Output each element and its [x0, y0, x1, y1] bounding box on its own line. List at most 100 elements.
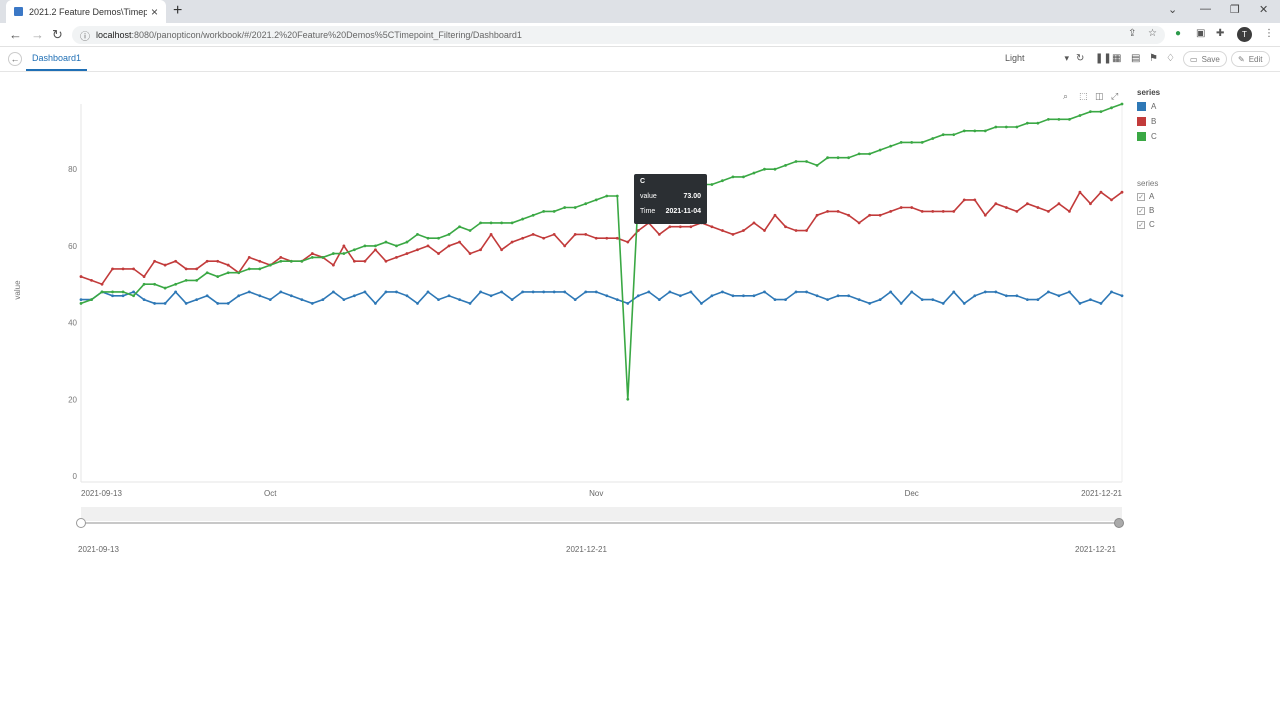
data-point-a: [847, 294, 851, 298]
data-point-b: [384, 259, 388, 263]
restore-icon[interactable]: ❐: [1230, 3, 1240, 16]
tab-search-chevron-icon[interactable]: ⌄: [1168, 3, 1177, 16]
data-point-a: [374, 302, 377, 305]
data-point-b: [247, 256, 251, 259]
tab-dashboard1[interactable]: Dashboard1: [26, 47, 88, 71]
url-field[interactable]: ⓘ localhost:8080/panopticon/workbook/#/2…: [72, 26, 1165, 44]
browser-tab[interactable]: 2021.2 Feature Demos\Timepoin ×: [6, 0, 166, 23]
extension-evernote-icon[interactable]: ●: [1175, 28, 1181, 39]
refresh-icon[interactable]: ↻: [1076, 53, 1084, 64]
data-point-c: [1120, 102, 1124, 106]
data-point-c: [1015, 125, 1019, 129]
data-point-b: [395, 256, 398, 259]
data-point-a: [794, 290, 798, 294]
data-point-c: [500, 221, 504, 225]
save-button[interactable]: ▭ Save: [1183, 51, 1227, 67]
filter-item-c[interactable]: ✓ C: [1137, 220, 1155, 229]
filter-item-a[interactable]: ✓ A: [1137, 192, 1154, 201]
tooltip-time-label: Time: [640, 208, 656, 215]
data-point-c: [279, 259, 283, 263]
data-point-c: [300, 259, 304, 263]
browser-menu-icon[interactable]: ⋮: [1264, 28, 1274, 39]
data-point-a: [889, 290, 893, 294]
site-info-icon[interactable]: ⓘ: [80, 28, 90, 43]
data-point-b: [973, 198, 977, 202]
extension-icon[interactable]: ▣: [1196, 28, 1205, 39]
data-point-c: [153, 282, 157, 286]
app-back-icon[interactable]: ←: [8, 52, 22, 66]
bell-icon[interactable]: ♢: [1166, 53, 1175, 64]
filter-title: series: [1137, 179, 1159, 188]
legend-swatch: [1137, 132, 1146, 141]
data-point-b: [521, 236, 525, 240]
theme-select[interactable]: Light ▾: [1005, 53, 1069, 64]
data-point-c: [237, 271, 241, 275]
pause-icon[interactable]: ❚❚: [1095, 53, 1112, 64]
data-point-c: [458, 225, 461, 229]
data-point-c: [542, 209, 546, 213]
data-point-b: [847, 213, 851, 217]
tab-close-icon[interactable]: ×: [151, 5, 158, 19]
filter-label: A: [1149, 192, 1155, 201]
data-point-c: [899, 140, 903, 144]
forward-icon[interactable]: →: [31, 27, 44, 42]
range-handle-end[interactable]: [1114, 518, 1124, 528]
data-point-c: [437, 236, 440, 240]
data-point-a: [1089, 298, 1092, 301]
compare-icon[interactable]: ◫: [1095, 91, 1104, 102]
data-point-c: [815, 163, 819, 167]
calendar-icon[interactable]: ▦: [1112, 53, 1121, 64]
data-point-c: [889, 144, 893, 148]
legend-item-b[interactable]: B: [1137, 117, 1156, 126]
reload-icon[interactable]: ↻: [52, 27, 63, 43]
line-chart[interactable]: 0 20 40 60 80 value 2021-09-13 Oct Nov Dec 2021-12…: [0, 72, 1280, 572]
data-point-c: [752, 171, 756, 175]
data-point-b: [416, 248, 419, 252]
data-point-a: [195, 298, 199, 301]
data-point-b: [868, 213, 872, 217]
data-point-b: [657, 232, 661, 236]
legend-item-a[interactable]: A: [1137, 102, 1156, 111]
data-point-b: [500, 248, 504, 252]
autoscale-icon[interactable]: ⤢: [1111, 91, 1118, 102]
data-point-a: [184, 302, 188, 305]
checkbox-checked-icon[interactable]: ✓: [1137, 206, 1145, 215]
new-tab-icon[interactable]: +: [173, 2, 182, 20]
data-point-c: [384, 240, 388, 244]
data-point-c: [952, 133, 956, 137]
checkbox-checked-icon[interactable]: ✓: [1137, 192, 1145, 201]
edit-button[interactable]: ✎ Edit: [1231, 51, 1270, 67]
legend-title: series: [1137, 88, 1161, 97]
legend-item-c[interactable]: C: [1137, 132, 1157, 141]
share-icon[interactable]: ⇪: [1128, 28, 1136, 39]
filter-item-b[interactable]: ✓ B: [1137, 206, 1154, 215]
data-point-b: [310, 252, 314, 255]
data-point-b: [899, 206, 903, 209]
extensions-puzzle-icon[interactable]: ✚: [1216, 28, 1224, 39]
data-point-c: [805, 160, 808, 163]
bookmark-icon[interactable]: ⚑: [1149, 53, 1158, 64]
checkbox-checked-icon[interactable]: ✓: [1137, 220, 1145, 229]
browser-address-bar: ← → ↻ ⓘ localhost:8080/panopticon/workbo…: [0, 23, 1280, 47]
range-handle-start[interactable]: [76, 518, 86, 528]
data-point-a: [489, 294, 493, 298]
data-point-a: [983, 290, 987, 294]
data-point-c: [868, 152, 872, 156]
zoom-icon[interactable]: ⌕: [1063, 91, 1068, 102]
document-icon[interactable]: ▤: [1131, 53, 1140, 64]
back-icon[interactable]: ←: [9, 27, 22, 42]
box-select-icon[interactable]: ⬚: [1079, 91, 1088, 102]
data-point-a: [426, 290, 430, 294]
data-point-a: [721, 290, 724, 294]
window-close-icon[interactable]: ✕: [1259, 3, 1268, 16]
y-tick-label: 80: [68, 165, 77, 174]
bookmark-star-icon[interactable]: ☆: [1148, 28, 1157, 39]
profile-avatar[interactable]: T: [1237, 27, 1252, 42]
data-point-c: [90, 298, 93, 301]
y-tick-label: 0: [73, 472, 78, 481]
data-point-b: [489, 232, 493, 236]
data-point-b: [90, 279, 93, 282]
data-point-c: [721, 179, 724, 183]
data-point-b: [132, 267, 135, 271]
minimize-icon[interactable]: —: [1200, 3, 1211, 15]
